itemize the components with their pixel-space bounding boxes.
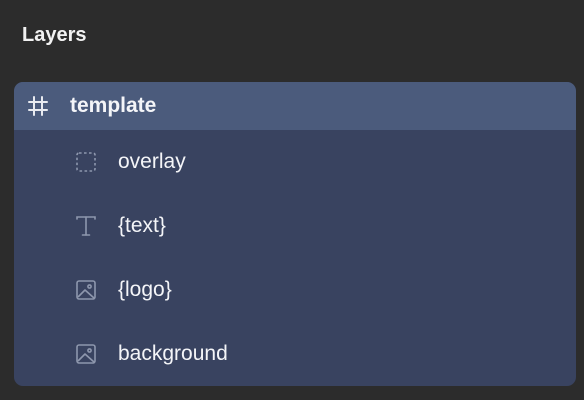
frame-icon (26, 94, 50, 118)
layer-label: overlay (118, 150, 186, 173)
layers-panel: Layers template overlay {text} {logo} ba… (0, 0, 584, 400)
image-icon (74, 278, 98, 302)
layer-row-text[interactable]: {text} (14, 194, 576, 258)
layer-label: background (118, 342, 228, 365)
layer-row-template[interactable]: template (14, 82, 576, 130)
image-icon (74, 342, 98, 366)
layer-tree: template overlay {text} {logo} backgroun… (14, 82, 576, 386)
text-icon (74, 214, 98, 238)
layer-label: {text} (118, 214, 166, 237)
layer-label: template (70, 94, 157, 117)
panel-title: Layers (22, 24, 87, 46)
layer-label: {logo} (118, 278, 172, 301)
layer-row-overlay[interactable]: overlay (14, 130, 576, 194)
rectangle-icon (74, 150, 98, 174)
layer-row-logo[interactable]: {logo} (14, 258, 576, 322)
layer-row-background[interactable]: background (14, 322, 576, 386)
